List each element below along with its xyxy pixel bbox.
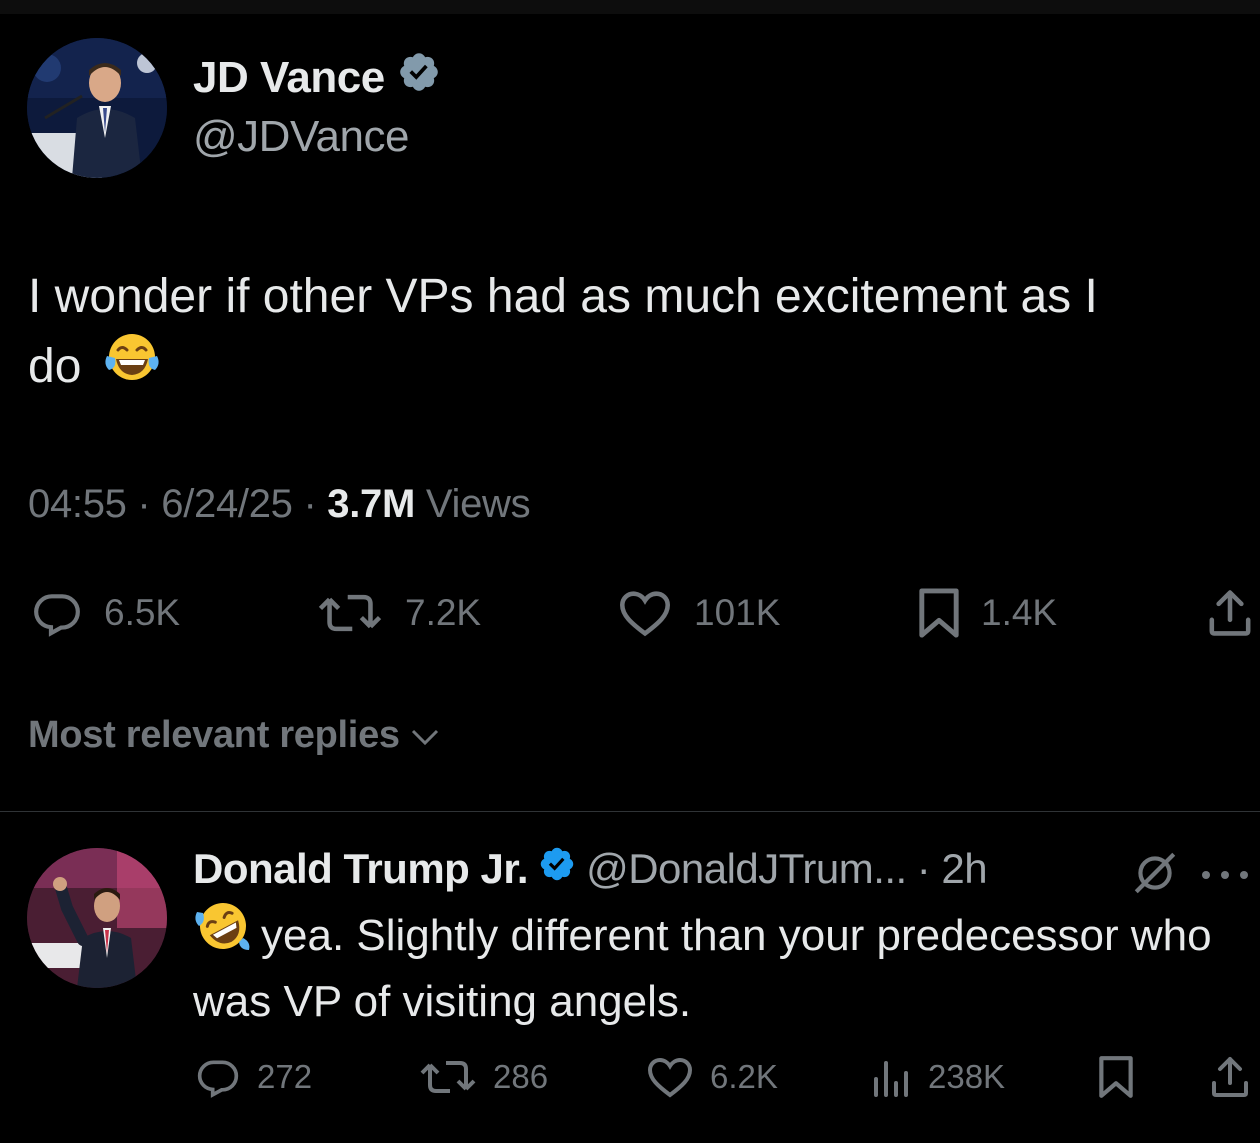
verified-badge-icon [538,845,576,893]
bookmark-count: 1.4K [981,592,1058,633]
tweet-text-do: do [28,340,82,393]
meta-separator: · [292,482,328,526]
views-icon [870,1055,914,1099]
tweet-text: I wonder if other VPs had as much excite… [28,262,1238,404]
grok-icon[interactable] [1130,848,1180,903]
reply-text: yea. Slightly different than your predec… [193,902,1243,1033]
rolling-on-floor-laughing-emoji [193,902,261,971]
tweet-meta: 04:55 · 6/24/25 · 3.7M Views [28,482,531,527]
tweet-text-line-1: I wonder if other VPs had as much excite… [28,270,1098,323]
views-count: 3.7M [327,482,416,526]
reply-reply-count: 272 [257,1058,313,1095]
avatar-donald-trump-jr[interactable] [27,848,167,988]
avatar-jd-vance[interactable] [27,38,167,178]
reply-button[interactable]: 6.5K [28,588,180,638]
bookmark-icon [1096,1054,1136,1100]
like-icon [644,1055,696,1099]
reply-repost-count: 286 [493,1058,549,1095]
repost-count: 7.2K [405,592,482,633]
bookmark-button[interactable]: 1.4K [915,588,1057,638]
reply-icon [193,1055,243,1099]
reply-icon [28,588,86,638]
tweet-time[interactable]: 04:55 [28,482,127,526]
author-handle[interactable]: @JDVance [193,112,409,162]
meta-separator: · [126,482,162,526]
reply-author-handle[interactable]: @DonaldJTrum... [586,845,907,893]
author-name[interactable]: JD Vance [193,53,385,103]
reply-like-count: 6.2K [710,1058,778,1095]
top-bar [0,0,1260,14]
repost-icon [417,1055,479,1099]
reply-like-button[interactable]: 6.2K [644,1055,778,1099]
author-name-row[interactable]: JD Vance [193,50,441,105]
more-icon[interactable] [1198,868,1252,886]
repost-icon [313,588,387,638]
like-count: 101K [694,592,781,633]
tweet-text-line-2: do [28,332,1238,404]
replies-sort-dropdown[interactable]: Most relevant replies [28,714,440,757]
reply-share-button[interactable] [1208,1055,1252,1099]
bookmark-icon [915,586,963,640]
reply-text-content: yea. Slightly different than your predec… [193,911,1212,1026]
reply-count: 6.5K [104,592,181,633]
reply-repost-button[interactable]: 286 [417,1055,548,1099]
reply-author-name[interactable]: Donald Trump Jr. [193,845,529,893]
replies-sort-label: Most relevant replies [28,714,400,756]
share-icon [1204,588,1256,638]
like-icon [614,588,676,638]
reply-bookmark-button[interactable] [1096,1055,1136,1099]
reply-views-count: 238K [928,1058,1006,1095]
divider [0,811,1260,812]
reply-reply-button[interactable]: 272 [193,1055,312,1099]
share-button[interactable] [1204,588,1256,638]
like-button[interactable]: 101K [614,588,780,638]
reply-time[interactable]: · 2h [917,845,988,893]
repost-button[interactable]: 7.2K [313,588,481,638]
reply-views-button[interactable]: 238K [870,1055,1005,1099]
views-label: Views [415,482,531,526]
verified-badge-icon [397,50,441,105]
reply-header: Donald Trump Jr. @DonaldJTrum... · 2h [193,845,988,893]
chevron-down-icon [410,714,440,757]
share-icon [1208,1055,1252,1099]
face-with-tears-of-joy-emoji [95,334,161,404]
tweet-date[interactable]: 6/24/25 [161,482,293,526]
